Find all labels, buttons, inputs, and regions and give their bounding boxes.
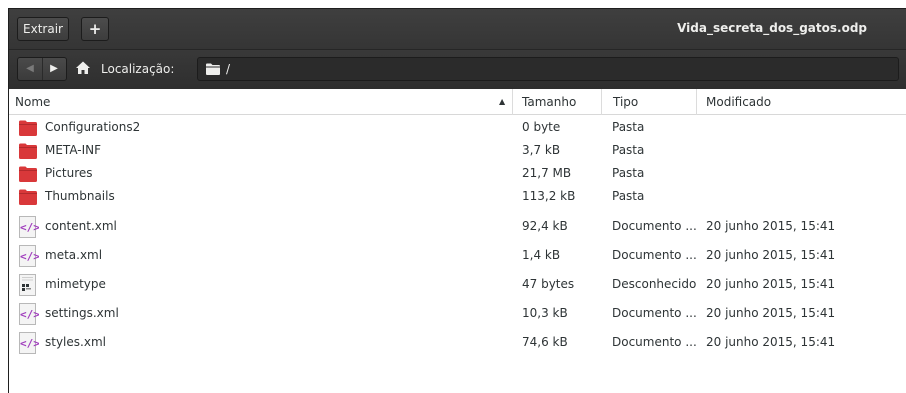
header-bar: Extrair + Vida_secreta_dos_gatos.odp — [9, 9, 906, 49]
file-type: Pasta — [612, 166, 645, 180]
file-modified: 20 junho 2015, 15:41 — [706, 277, 836, 291]
file-name: content.xml — [45, 219, 117, 233]
location-entry[interactable]: / — [197, 57, 899, 81]
column-separator[interactable] — [696, 89, 697, 115]
file-size: 0 byte — [522, 120, 561, 134]
table-row[interactable]: </> meta.xml 1,4 kB Documento ... 20 jun… — [9, 241, 906, 270]
column-header-type[interactable]: Tipo — [613, 95, 638, 109]
column-header-modified[interactable]: Modificado — [706, 95, 771, 109]
file-name: META-INF — [45, 143, 102, 157]
forward-button[interactable]: ▶ — [42, 58, 66, 80]
xml-file-icon: </> — [19, 245, 39, 267]
file-modified: 20 junho 2015, 15:41 — [706, 219, 836, 233]
table-row[interactable]: </> settings.xml 10,3 kB Documento ... 2… — [9, 299, 906, 328]
file-name: Pictures — [45, 166, 93, 180]
file-type: Pasta — [612, 189, 645, 203]
folder-icon — [19, 120, 37, 136]
file-type: Documento ... — [612, 335, 697, 349]
add-files-button[interactable]: + — [81, 17, 109, 41]
file-name: Thumbnails — [45, 189, 115, 203]
svg-text:</>: </> — [20, 337, 39, 350]
svg-text:</>: </> — [20, 250, 39, 263]
folder-icon — [19, 143, 37, 159]
file-modified: 20 junho 2015, 15:41 — [706, 335, 836, 349]
table-row[interactable]: Pictures 21,7 MB Pasta — [9, 162, 906, 185]
binary-file-icon — [19, 274, 36, 296]
archive-manager-window: Extrair + Vida_secreta_dos_gatos.odp ◀ ▶… — [8, 8, 906, 393]
file-name: meta.xml — [45, 248, 103, 262]
file-type: Documento ... — [612, 248, 697, 262]
file-size: 3,7 kB — [522, 143, 561, 157]
location-toolbar: ◀ ▶ Localização: / — [9, 49, 906, 89]
window-title: Vida_secreta_dos_gatos.odp — [677, 21, 867, 35]
file-size: 92,4 kB — [522, 219, 568, 233]
table-row[interactable]: META-INF 3,7 kB Pasta — [9, 139, 906, 162]
svg-text:</>: </> — [20, 308, 39, 321]
back-button[interactable]: ◀ — [18, 58, 43, 80]
file-size: 47 bytes — [522, 277, 575, 291]
column-header-name[interactable]: Nome — [15, 95, 50, 109]
table-row[interactable]: </> styles.xml 74,6 kB Documento ... 20 … — [9, 328, 906, 357]
file-type: Pasta — [612, 120, 645, 134]
file-size: 21,7 MB — [522, 166, 572, 180]
file-size: 1,4 kB — [522, 248, 561, 262]
svg-text:</>: </> — [20, 221, 39, 234]
xml-file-icon: </> — [19, 303, 39, 325]
column-header-bar: Nome ▲ Tamanho Tipo Modificado — [9, 89, 906, 115]
file-modified: 20 junho 2015, 15:41 — [706, 248, 836, 262]
file-size: 10,3 kB — [522, 306, 568, 320]
folder-icon — [19, 189, 37, 205]
home-icon[interactable] — [75, 60, 91, 76]
table-row[interactable]: mimetype 47 bytes Desconhecido 20 junho … — [9, 270, 906, 299]
table-row[interactable]: Configurations2 0 byte Pasta — [9, 116, 906, 139]
file-name: mimetype — [45, 277, 106, 291]
folder-icon — [206, 63, 220, 75]
forward-arrow-icon: ▶ — [50, 63, 58, 74]
file-modified: 20 junho 2015, 15:41 — [706, 306, 836, 320]
back-arrow-icon: ◀ — [26, 63, 34, 74]
location-label: Localização: — [101, 62, 175, 76]
navigation-buttons: ◀ ▶ — [17, 57, 67, 81]
xml-file-icon: </> — [19, 216, 39, 238]
table-row[interactable]: </> content.xml 92,4 kB Documento ... 20… — [9, 212, 906, 241]
file-name: styles.xml — [45, 335, 106, 349]
file-name: settings.xml — [45, 306, 119, 320]
xml-file-icon: </> — [19, 332, 39, 354]
location-path: / — [226, 62, 231, 76]
file-size: 74,6 kB — [522, 335, 568, 349]
column-separator[interactable] — [601, 89, 602, 115]
column-separator[interactable] — [512, 89, 513, 115]
file-size: 113,2 kB — [522, 189, 576, 203]
file-type: Documento ... — [612, 219, 697, 233]
file-type: Pasta — [612, 143, 645, 157]
table-row[interactable]: Thumbnails 113,2 kB Pasta — [9, 185, 906, 208]
sort-ascending-icon: ▲ — [499, 97, 506, 106]
folder-icon — [19, 166, 37, 182]
file-list: Nome ▲ Tamanho Tipo Modificado Configura… — [9, 89, 906, 393]
file-name: Configurations2 — [45, 120, 141, 134]
column-header-size[interactable]: Tamanho — [522, 95, 576, 109]
extract-button[interactable]: Extrair — [17, 17, 69, 41]
file-type: Desconhecido — [612, 277, 697, 291]
file-type: Documento ... — [612, 306, 697, 320]
